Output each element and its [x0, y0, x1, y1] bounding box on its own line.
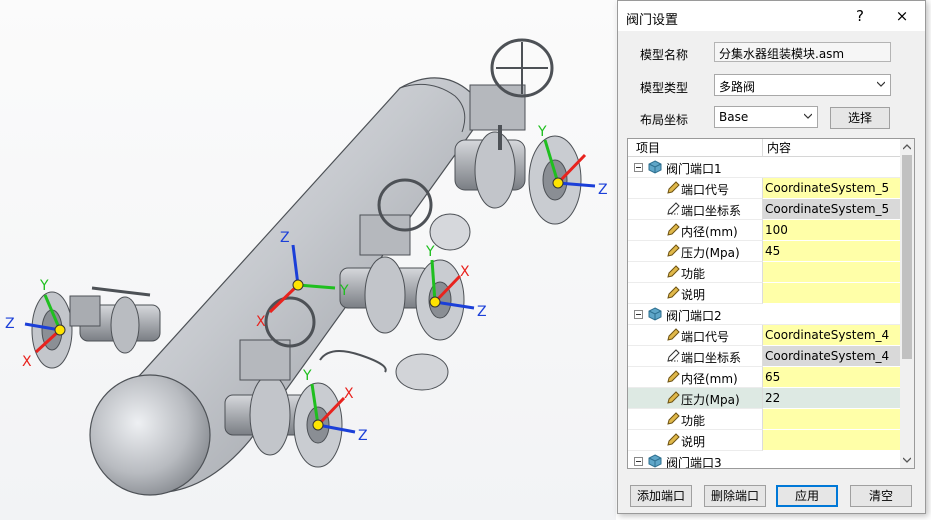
delete-port-button[interactable]: 删除端口	[704, 485, 766, 507]
field-row-csys[interactable]: 端口坐标系 CoordinateSystem_4	[628, 346, 900, 367]
apply-button[interactable]: 应用	[776, 485, 838, 507]
svg-text:X: X	[344, 386, 354, 402]
dialog-titlebar[interactable]: 阀门设置 ? ×	[618, 1, 925, 31]
field-value[interactable]: 100	[763, 220, 900, 241]
model-type-select[interactable]: 多路阀	[714, 74, 891, 96]
svg-text:X: X	[256, 314, 266, 330]
svg-text:Z: Z	[477, 304, 487, 320]
port-group-label: 阀门端口3	[666, 456, 722, 469]
svg-text:Z: Z	[598, 182, 608, 198]
svg-text:X: X	[22, 354, 32, 370]
port-cube-icon	[648, 307, 662, 321]
pencil-icon	[667, 223, 680, 236]
pencil-icon	[667, 391, 680, 404]
field-value[interactable]: 45	[763, 241, 900, 262]
pencil-icon	[667, 181, 680, 194]
field-row-diameter[interactable]: 内径(mm) 100	[628, 220, 900, 241]
assembly-model: Y Z X Z Y X Y Z Y Z X Y Z X	[5, 38, 608, 496]
field-row-code[interactable]: 端口代号 CoordinateSystem_4	[628, 325, 900, 346]
port-group-3[interactable]: 阀门端口3	[628, 451, 900, 469]
cad-viewport[interactable]: Y Z X Z Y X Y Z Y Z X Y Z X	[0, 0, 616, 520]
svg-text:Z: Z	[280, 230, 290, 246]
field-value[interactable]: 65	[763, 367, 900, 388]
pencil-icon	[667, 328, 680, 341]
model-type-value: 多路阀	[719, 80, 756, 94]
layout-value: Base	[719, 110, 749, 124]
port-property-grid[interactable]: 项目 内容 阀门端口1 端口代号 CoordinateSystem_5 端口坐标…	[627, 138, 915, 469]
model-name-label: 模型名称	[640, 48, 689, 62]
model-name-field[interactable]: 分集水器组装模块.asm	[714, 42, 891, 62]
pencil-icon	[667, 244, 680, 257]
valve-settings-dialog: 阀门设置 ? × 模型名称 分集水器组装模块.asm 模型类型 多路阀 布局坐标…	[617, 0, 926, 514]
field-value[interactable]: CoordinateSystem_5	[763, 178, 900, 199]
scroll-up-icon[interactable]	[903, 143, 911, 151]
scrollbar-thumb[interactable]	[902, 155, 912, 359]
field-row-csys[interactable]: 端口坐标系 CoordinateSystem_5	[628, 199, 900, 220]
valve-top-right	[454, 38, 582, 225]
port-cube-icon	[648, 454, 662, 468]
field-row-pressure[interactable]: 压力(Mpa) 45	[628, 241, 900, 262]
svg-text:Y: Y	[39, 278, 49, 294]
port-group-1[interactable]: 阀门端口1	[628, 157, 900, 178]
svg-text:Y: Y	[425, 244, 435, 260]
port-cube-icon	[648, 160, 662, 174]
field-value[interactable]: CoordinateSystem_4	[763, 346, 900, 367]
select-button[interactable]: 选择	[830, 107, 890, 129]
port-group-2[interactable]: 阀门端口2	[628, 304, 900, 325]
field-value[interactable]	[763, 283, 900, 304]
col-header-item[interactable]: 项目	[628, 139, 763, 157]
collapse-icon[interactable]	[634, 310, 643, 319]
layout-select[interactable]: Base	[714, 106, 818, 128]
chevron-down-icon	[877, 81, 885, 87]
clear-button[interactable]: 清空	[850, 485, 912, 507]
pencil-icon	[667, 412, 680, 425]
scroll-down-icon[interactable]	[903, 456, 911, 464]
collapse-icon[interactable]	[634, 163, 643, 172]
svg-text:X: X	[460, 264, 470, 280]
chevron-down-icon	[804, 113, 812, 119]
field-row-pressure[interactable]: 压力(Mpa) 22	[628, 388, 900, 409]
field-value[interactable]: CoordinateSystem_5	[763, 199, 900, 220]
pencil-icon	[667, 265, 680, 278]
pencil-icon	[667, 370, 680, 383]
model-type-label: 模型类型	[640, 81, 689, 95]
field-row-note[interactable]: 说明	[628, 283, 900, 304]
field-row-diameter[interactable]: 内径(mm) 65	[628, 367, 900, 388]
svg-text:Y: Y	[302, 368, 312, 384]
grid-scrollbar[interactable]	[900, 139, 914, 468]
field-row-function[interactable]: 功能	[628, 409, 900, 430]
field-row-note[interactable]: 说明	[628, 430, 900, 451]
svg-text:Z: Z	[5, 316, 15, 332]
collapse-icon[interactable]	[634, 457, 643, 466]
svg-text:Y: Y	[339, 283, 349, 299]
field-value[interactable]	[763, 409, 900, 430]
field-value[interactable]: 22	[763, 388, 900, 409]
field-value[interactable]	[763, 430, 900, 451]
dialog-title: 阀门设置	[626, 13, 679, 28]
close-button[interactable]: ×	[890, 5, 914, 27]
add-port-button[interactable]: 添加端口	[630, 485, 692, 507]
pencil-icon	[667, 286, 680, 299]
port-group-label: 阀门端口1	[666, 162, 722, 176]
field-row-function[interactable]: 功能	[628, 262, 900, 283]
col-header-content[interactable]: 内容	[763, 139, 900, 157]
help-button[interactable]: ?	[848, 5, 872, 27]
port-group-label: 阀门端口2	[666, 309, 722, 323]
coordinate-icon	[667, 202, 680, 215]
field-value[interactable]: CoordinateSystem_4	[763, 325, 900, 346]
pencil-icon	[667, 433, 680, 446]
field-row-code[interactable]: 端口代号 CoordinateSystem_5	[628, 178, 900, 199]
layout-label: 布局坐标	[640, 113, 689, 127]
coordinate-icon	[667, 349, 680, 362]
svg-text:Y: Y	[537, 124, 547, 140]
field-value[interactable]	[763, 262, 900, 283]
svg-text:Z: Z	[358, 428, 368, 444]
